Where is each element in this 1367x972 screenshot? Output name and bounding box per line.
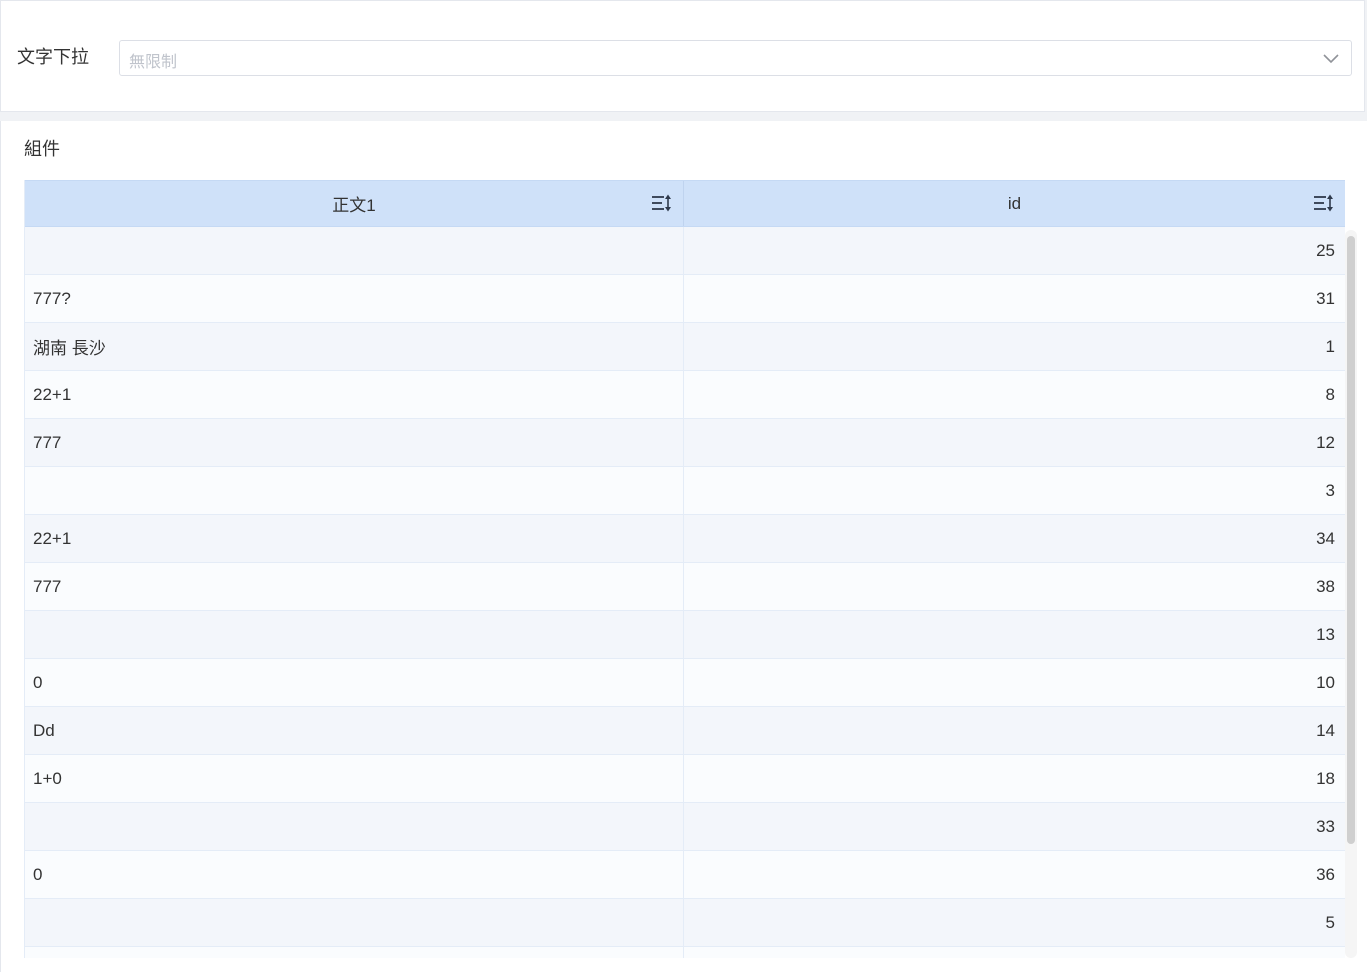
cell-id: 10	[1316, 672, 1335, 692]
cell-text	[25, 899, 684, 946]
cell-id	[684, 947, 1345, 958]
sort-icon[interactable]	[651, 193, 673, 213]
cell-id: 12	[1316, 432, 1335, 452]
cell-id: 1	[1325, 336, 1335, 356]
text-dropdown-select[interactable]: 無限制	[119, 40, 1352, 76]
cell-text: Dd	[25, 707, 684, 754]
select-value: 無限制	[129, 54, 178, 71]
column-header-label: 正文1	[332, 196, 376, 215]
cell-text: 1+0	[25, 755, 684, 802]
cell-text	[25, 611, 684, 658]
column-header-label: id	[1007, 193, 1022, 213]
column-header-text1[interactable]: 正文1	[25, 181, 684, 226]
filter-panel: 文字下拉 無限制	[0, 0, 1365, 112]
table-row[interactable]: 22+1 8	[25, 371, 1345, 419]
table-row[interactable]: 777 38	[25, 563, 1345, 611]
table-row[interactable]: 25	[25, 227, 1345, 275]
sort-icon[interactable]	[1313, 193, 1335, 213]
cell-id: 3	[1325, 480, 1335, 500]
table-scrollbar[interactable]	[1345, 230, 1357, 958]
cell-text	[25, 227, 684, 274]
cell-text: 0	[25, 659, 684, 706]
table-row[interactable]: 5	[25, 899, 1345, 947]
cell-id: 5	[1325, 912, 1335, 932]
component-title: 組件	[24, 139, 60, 159]
table-row[interactable]: 22+1 34	[25, 515, 1345, 563]
table-row[interactable]: 0 36	[25, 851, 1345, 899]
cell-text: 0	[25, 851, 684, 898]
component-panel: 組件 正文1 id 25 777? 31 湖南 長沙 1 22+1 8 777 …	[0, 121, 1367, 972]
scrollbar-thumb[interactable]	[1347, 236, 1355, 844]
table-header: 正文1 id	[25, 180, 1345, 227]
cell-id: 38	[1316, 576, 1335, 596]
table-row[interactable]: 777 12	[25, 419, 1345, 467]
column-header-id[interactable]: id	[684, 181, 1345, 226]
table-body: 25 777? 31 湖南 長沙 1 22+1 8 777 12 3 22+1 34 77…	[25, 227, 1345, 958]
cell-id: 13	[1316, 624, 1335, 644]
cell-text	[25, 947, 684, 958]
filter-label: 文字下拉	[17, 47, 89, 67]
table-row[interactable]: 13	[25, 611, 1345, 659]
table-row[interactable]: 33	[25, 803, 1345, 851]
chevron-down-icon[interactable]	[1321, 48, 1341, 68]
cell-text: 22+1	[25, 371, 684, 418]
cell-id: 34	[1316, 528, 1335, 548]
table-row[interactable]: Dd 14	[25, 707, 1345, 755]
cell-id: 18	[1316, 768, 1335, 788]
table-row[interactable]: 3	[25, 467, 1345, 515]
cell-text: 湖南 長沙	[25, 323, 684, 370]
cell-text: 777	[25, 563, 684, 610]
cell-text: 22+1	[25, 515, 684, 562]
cell-id: 31	[1316, 288, 1335, 308]
cell-text	[25, 467, 684, 514]
table-row[interactable]: 777? 31	[25, 275, 1345, 323]
cell-text: 777?	[25, 275, 684, 322]
table-row[interactable]: 1+0 18	[25, 755, 1345, 803]
table-row[interactable]	[25, 947, 1345, 958]
cell-id: 36	[1316, 864, 1335, 884]
cell-text: 777	[25, 419, 684, 466]
cell-id: 33	[1316, 816, 1335, 836]
cell-text	[25, 803, 684, 850]
data-table: 正文1 id 25 777? 31 湖南 長沙 1 22+1 8 777 12 …	[24, 180, 1345, 958]
cell-id: 25	[1316, 240, 1335, 260]
table-row[interactable]: 0 10	[25, 659, 1345, 707]
table-row[interactable]: 湖南 長沙 1	[25, 323, 1345, 371]
cell-id: 14	[1316, 720, 1335, 740]
cell-id: 8	[1325, 384, 1335, 404]
